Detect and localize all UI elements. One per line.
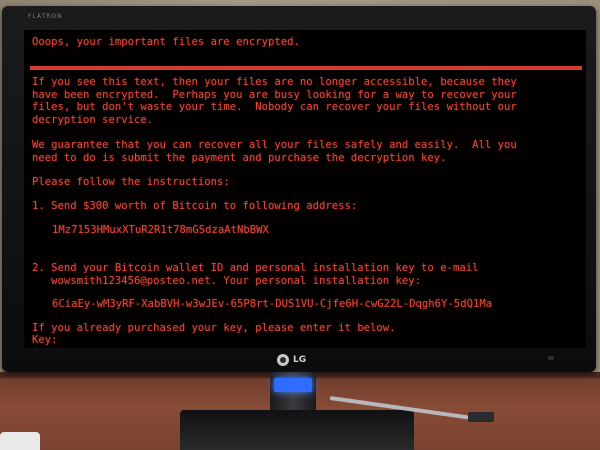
ransom-screen: Ooops, your important files are encrypte… xyxy=(24,30,586,348)
logo-text: LG xyxy=(293,355,307,365)
paragraph1-line1: If you see this text, then your files ar… xyxy=(32,76,517,88)
lg-logo-icon xyxy=(277,354,289,366)
key-input-prompt[interactable]: Key: xyxy=(32,334,582,347)
headline: Ooops, your important files are encrypte… xyxy=(32,36,300,48)
monitor-stand-base xyxy=(180,410,414,450)
footer-prompt: If you already purchased your key, pleas… xyxy=(32,322,396,334)
stand-glow-light xyxy=(274,378,312,392)
monitor-brand-label: FLATRON xyxy=(28,13,63,20)
cup-object xyxy=(0,432,40,450)
cable-plug xyxy=(468,412,494,422)
step2-line2: wowsmith123456@posteo.net. Your personal… xyxy=(32,274,422,287)
paragraph1-line3: files, but don't waste your time. Nobody… xyxy=(32,101,517,114)
instructions-intro: Please follow the instructions: xyxy=(32,176,230,188)
paragraph2-line1: We guarantee that you can recover all yo… xyxy=(32,139,517,151)
step1-text: 1. Send $300 worth of Bitcoin to followi… xyxy=(32,200,358,212)
power-button[interactable] xyxy=(548,356,554,360)
divider-rule xyxy=(30,66,582,70)
paragraph2-line2: need to do is submit the payment and pur… xyxy=(32,151,447,164)
installation-key: 6CiaEy-wM3yRF-XabBVH-w3wJEv-65P8rt-DUS1V… xyxy=(52,298,493,310)
monitor-logo: LG xyxy=(277,354,306,366)
paragraph1-line2: have been encrypted. Perhaps you are bus… xyxy=(32,88,517,101)
paragraph1-line4: decryption service. xyxy=(32,113,154,126)
step2-line1: 2. Send your Bitcoin wallet ID and perso… xyxy=(32,262,479,274)
bitcoin-address: 1Mz7153HMuxXTuR2R1t78mGSdzaAtNbBWX xyxy=(52,224,269,236)
